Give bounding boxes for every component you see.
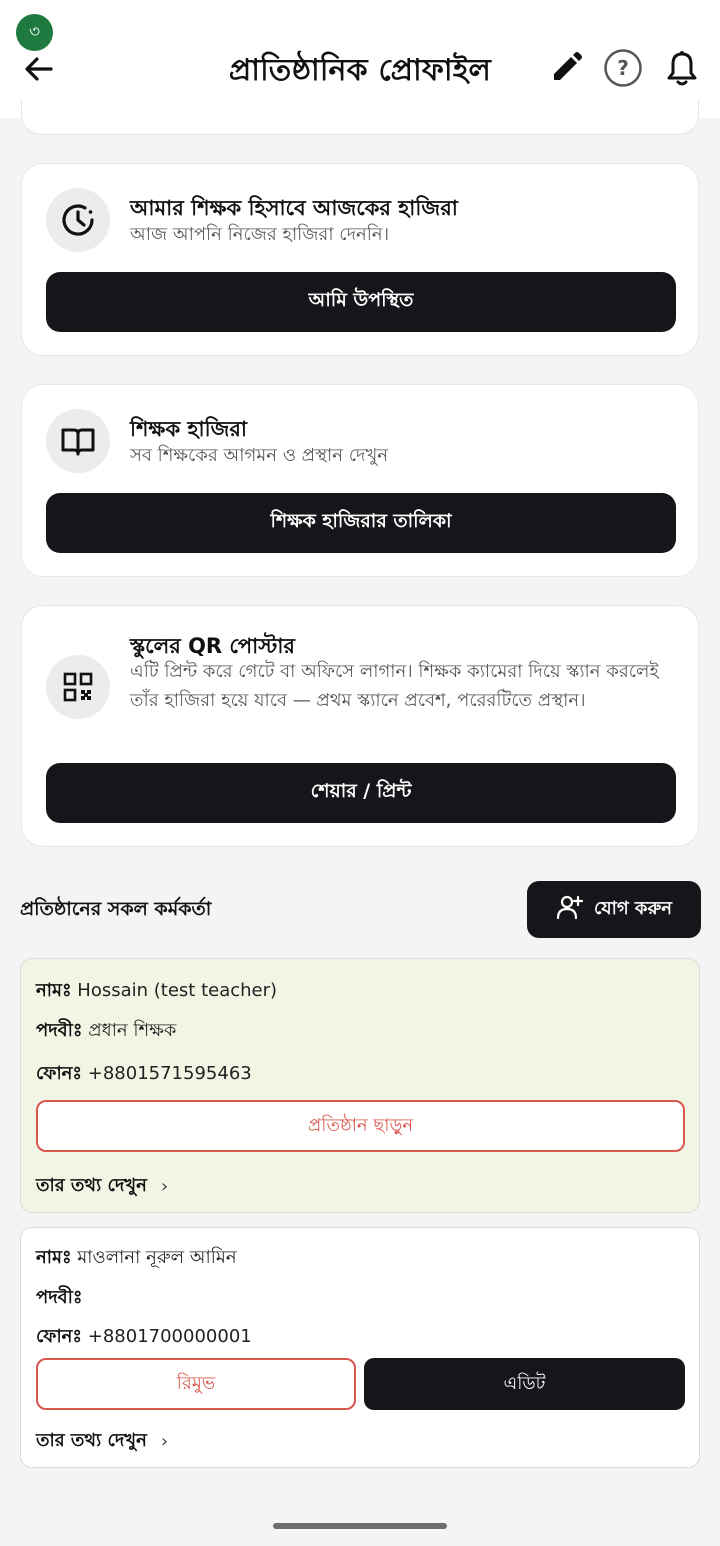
page-title: প্রাতিষ্ঠানিক প্রোফাইল [228,53,492,88]
view-info-label: তার তথ্য দেখুন [36,1175,147,1196]
staff-card: নামঃ Hossain (test teacher) পদবীঃ প্রধান… [20,958,700,1213]
previous-card-edge [21,100,699,135]
staff-name: মাওলানা নূরুল আমিন [77,1247,237,1268]
edit-button[interactable]: এডিট [364,1358,685,1410]
staff-phone-row: ফোনঃ +8801700000001 [36,1322,252,1353]
staff-name-row: নামঃ Hossain (test teacher) [36,976,277,1007]
help-glyph: ? [617,56,629,80]
staff-phone-row: ফোনঃ +8801571595463 [36,1059,252,1090]
staff-name-row: নামঃ মাওলানা নূরুল আমিন [36,1243,237,1274]
share-print-button[interactable]: শেয়ার / প্রিন্ট [46,763,676,823]
teacher-attendance-list-button[interactable]: শিক্ষক হাজিরার তালিকা [46,493,676,553]
clock-icon [46,188,110,252]
chevron-right-icon: › [160,1176,169,1197]
staff-designation: প্রধান শিক্ষক [88,1020,177,1041]
add-user-icon [556,894,584,925]
staff-designation-row: পদবীঃ [36,1283,82,1314]
view-info-link[interactable]: তার তথ্য দেখুন › [36,1171,168,1202]
help-icon[interactable]: ? [603,48,643,88]
phone-label: ফোনঃ [36,1326,83,1347]
teacher-attendance-card: শিক্ষক হাজিরা সব শিক্ষকের আগমন ও প্রস্থা… [21,384,699,577]
card-subtitle: এটি প্রিন্ট করে গেটে বা অফিসে লাগান। শিক… [130,661,659,711]
staff-phone: +8801571595463 [87,1063,252,1084]
home-indicator[interactable] [273,1523,447,1529]
book-icon [46,409,110,473]
my-attendance-card: আমার শিক্ষক হিসাবে আজকের হাজিরা আজ আপনি … [21,163,699,356]
phone-label: ফোনঃ [36,1063,83,1084]
pencil-icon[interactable] [546,48,586,88]
qr-code-icon [46,655,110,719]
remove-button[interactable]: রিমুভ [36,1358,356,1410]
name-label: নামঃ [36,1247,72,1268]
qr-poster-card: স্কুলের QR পোস্টার এটি প্রিন্ট করে গেটে … [21,605,699,847]
view-info-label: তার তথ্য দেখুন [36,1430,147,1451]
back-arrow-icon[interactable] [20,50,58,88]
card-subtitle: সব শিক্ষকের আগমন ও প্রস্থান দেখুন [130,445,389,466]
leave-institution-button[interactable]: প্রতিষ্ঠান ছাড়ুন [36,1100,685,1152]
staff-section-title: প্রতিষ্ঠানের সকল কর্মকর্তা [20,898,212,920]
mark-present-button[interactable]: আমি উপস্থিত [46,272,676,332]
designation-label: পদবীঃ [36,1020,83,1041]
count-badge: ৩ [16,14,53,51]
chevron-right-icon: › [160,1431,169,1452]
bell-icon[interactable] [662,48,702,88]
staff-name: Hossain (test teacher) [77,980,278,1001]
screen: ৩ প্রাতিষ্ঠানিক প্রোফাইল ? আমার শিক্ষক হ… [0,0,720,1546]
add-button-label: যোগ করুন [593,898,673,919]
view-info-link[interactable]: তার তথ্য দেখুন › [36,1426,168,1457]
staff-card: নামঃ মাওলানা নূরুল আমিন পদবীঃ ফোনঃ +8801… [20,1227,700,1468]
staff-phone: +8801700000001 [87,1326,252,1347]
staff-designation-row: পদবীঃ প্রধান শিক্ষক [36,1016,176,1047]
add-staff-button[interactable]: যোগ করুন [527,881,701,938]
designation-label: পদবীঃ [36,1287,83,1308]
name-label: নামঃ [36,980,72,1001]
card-subtitle: আজ আপনি নিজের হাজিরা দেননি। [130,224,390,245]
